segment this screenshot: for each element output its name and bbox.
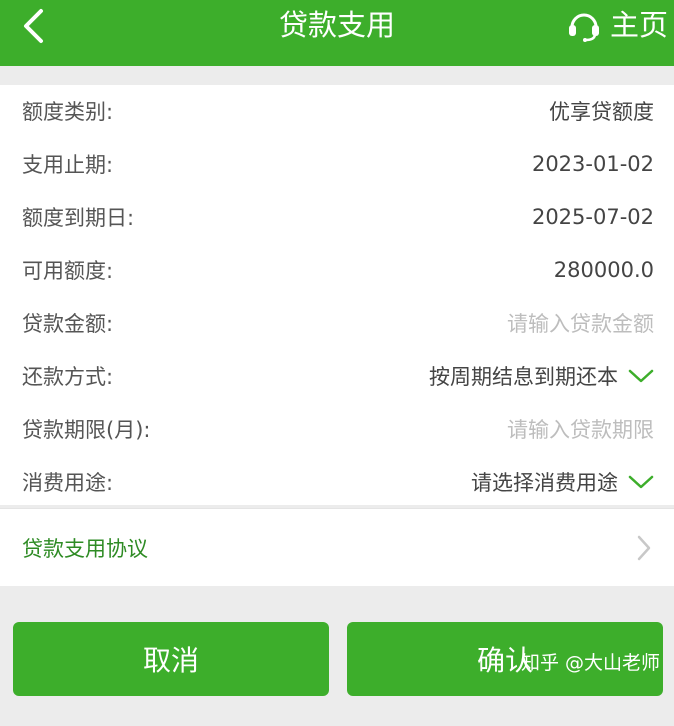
home-label: 主页 bbox=[609, 8, 668, 42]
watermark: 知乎 @大山老师 bbox=[520, 652, 660, 674]
row-loan-amount[interactable]: 贷款金额: 请输入贷款金额 bbox=[0, 297, 674, 349]
loan-amount-label: 贷款金额: bbox=[22, 312, 114, 336]
row-quota-type: 额度类别: 优享贷额度 bbox=[0, 85, 674, 137]
repayment-method-select[interactable]: 按周期结息到期还本 bbox=[429, 361, 654, 391]
row-quota-expiry: 额度到期日: 2025-07-02 bbox=[0, 191, 674, 243]
consumption-purpose-select[interactable]: 请选择消费用途 bbox=[471, 467, 654, 497]
chevron-down-icon bbox=[628, 475, 654, 489]
quota-expiry-label: 额度到期日: bbox=[22, 206, 135, 230]
consumption-purpose-value: 请选择消费用途 bbox=[471, 471, 618, 495]
headset-icon bbox=[568, 13, 599, 42]
loan-term-input[interactable]: 请输入贷款期限 bbox=[507, 414, 654, 444]
agreement-label: 贷款支用协议 bbox=[22, 536, 148, 561]
quota-type-label: 额度类别: bbox=[22, 100, 114, 124]
drawdown-end-value: 2023-01-02 bbox=[531, 152, 654, 176]
loan-agreement-link[interactable]: 贷款支用协议 bbox=[0, 508, 674, 586]
row-consumption-purpose[interactable]: 消费用途: 请选择消费用途 bbox=[0, 456, 674, 508]
loan-term-label: 贷款期限(月): bbox=[22, 418, 151, 442]
chevron-right-icon bbox=[637, 535, 651, 560]
row-drawdown-end: 支用止期: 2023-01-02 bbox=[0, 138, 674, 190]
chevron-down-icon bbox=[628, 369, 654, 383]
loan-amount-input[interactable]: 请输入贷款金额 bbox=[507, 308, 654, 338]
drawdown-end-label: 支用止期: bbox=[22, 153, 114, 177]
row-loan-term[interactable]: 贷款期限(月): 请输入贷款期限 bbox=[0, 403, 674, 455]
cancel-button[interactable]: 取消 bbox=[13, 622, 329, 696]
repayment-method-value: 按周期结息到期还本 bbox=[429, 365, 618, 389]
consumption-purpose-label: 消费用途: bbox=[22, 471, 114, 495]
row-available-quota: 可用额度: 280000.0 bbox=[0, 244, 674, 296]
available-quota-label: 可用额度: bbox=[22, 259, 114, 283]
repayment-method-label: 还款方式: bbox=[22, 365, 114, 389]
quota-type-value: 优享贷额度 bbox=[549, 100, 654, 124]
loan-form: 额度类别: 优享贷额度 支用止期: 2023-01-02 额度到期日: 2025… bbox=[0, 85, 674, 505]
row-repayment-method[interactable]: 还款方式: 按周期结息到期还本 bbox=[0, 350, 674, 402]
available-quota-value: 280000.0 bbox=[553, 258, 654, 282]
quota-expiry-value: 2025-07-02 bbox=[531, 205, 654, 229]
app-header: 贷款支用 主页 bbox=[0, 0, 674, 66]
home-button[interactable]: 主页 bbox=[566, 4, 668, 46]
